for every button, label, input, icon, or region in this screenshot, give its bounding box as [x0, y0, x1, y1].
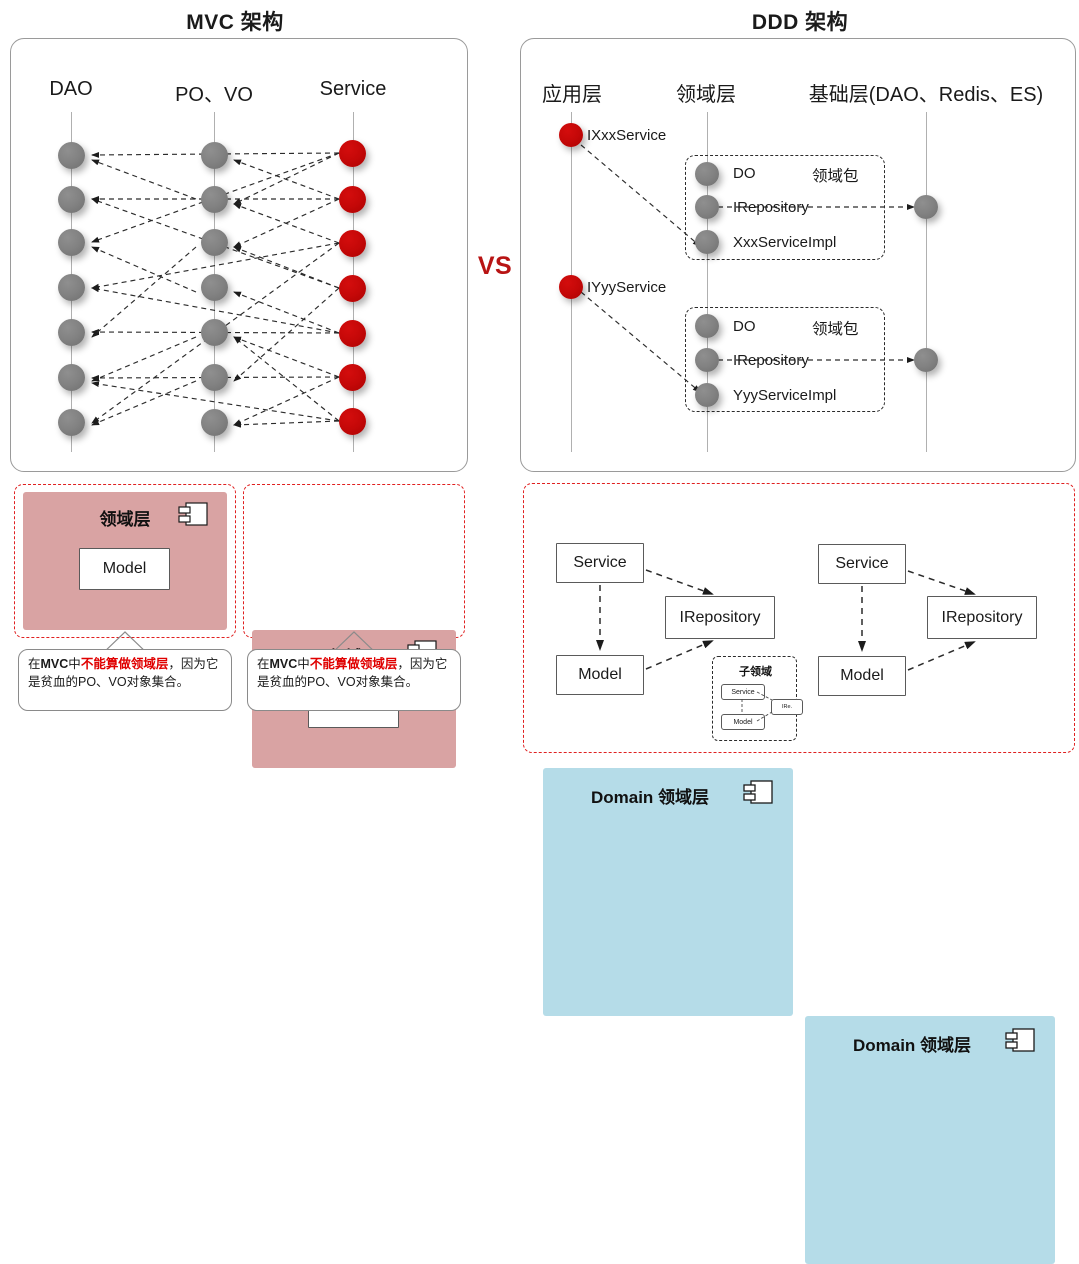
- component-icon: [1005, 1028, 1035, 1052]
- ddd-model-box-2[interactable]: Model: [818, 656, 906, 696]
- ddd-service-box-2[interactable]: Service: [818, 544, 906, 584]
- mvc-node-dao[interactable]: [58, 142, 85, 169]
- component-icon: [178, 502, 208, 526]
- mvc-node-service[interactable]: [339, 230, 366, 257]
- ddd-node-irepository[interactable]: [695, 195, 719, 219]
- callout-prefix: 在: [28, 657, 41, 671]
- ddd-node-yyyserviceimpl[interactable]: [695, 383, 719, 407]
- mvc-node-service[interactable]: [339, 186, 366, 213]
- mvc-node-povo[interactable]: [201, 409, 228, 436]
- callout-mid: 中: [68, 657, 81, 671]
- mvc-domain-dashed-2: [243, 484, 465, 638]
- ddd-subdomain-box[interactable]: 子领域 Service Model IRe.: [712, 656, 803, 741]
- mvc-domain-box-1[interactable]: 领域层 Model: [23, 492, 227, 630]
- ddd-column-header-domain: 领域层: [676, 84, 736, 106]
- component-icon: [743, 780, 773, 804]
- ddd-subdomain-model-box[interactable]: Model: [721, 714, 765, 730]
- mvc-column-header-dao: DAO: [49, 78, 93, 100]
- mvc-node-povo[interactable]: [201, 186, 228, 213]
- callout-highlight: 不能算做领域层: [80, 657, 169, 671]
- ddd-node-label-do: DO: [733, 165, 756, 182]
- mvc-column-header-povo: PO、VO: [175, 84, 253, 106]
- ddd-subdomain-title: 子领域: [739, 666, 772, 678]
- mvc-callout-1: 在MVC中不能算做领域层，因为它是贫血的PO、VO对象集合。: [18, 649, 232, 711]
- ddd-node-infrastructure-2[interactable]: [914, 348, 938, 372]
- mvc-node-povo[interactable]: [201, 142, 228, 169]
- ddd-node-label-ixxxservice: IXxxService: [587, 127, 667, 144]
- ddd-node-do[interactable]: [695, 162, 719, 186]
- ddd-node-do[interactable]: [695, 314, 719, 338]
- ddd-node-xxxserviceimpl[interactable]: [695, 230, 719, 254]
- ddd-node-infrastructure-1[interactable]: [914, 195, 938, 219]
- ddd-node-iyyyservice[interactable]: [559, 275, 583, 299]
- mvc-node-dao[interactable]: [58, 229, 85, 256]
- ddd-node-irepository[interactable]: [695, 348, 719, 372]
- ddd-irepository-box-2[interactable]: IRepository: [927, 596, 1037, 639]
- ddd-package-label-2: 领域包: [812, 321, 859, 338]
- mvc-callout-2: 在MVC中不能算做领域层，因为它是贫血的PO、VO对象集合。: [247, 649, 461, 711]
- callout-prefix: 在: [257, 657, 270, 671]
- ddd-node-label-xxxserviceimpl: XxxServiceImpl: [733, 234, 837, 251]
- mvc-node-service[interactable]: [339, 275, 366, 302]
- ddd-node-label-irepository: IRepository: [733, 199, 809, 216]
- mvc-node-dao[interactable]: [58, 274, 85, 301]
- callout-bold: MVC: [40, 657, 69, 671]
- mvc-model-box-1[interactable]: Model: [79, 548, 170, 590]
- ddd-node-label-irepository: IRepository: [733, 352, 809, 369]
- ddd-node-label-iyyyservice: IYyyService: [587, 279, 667, 296]
- mvc-node-dao[interactable]: [58, 409, 85, 436]
- mvc-column-header-service: Service: [319, 78, 387, 100]
- ddd-model-box-1[interactable]: Model: [556, 655, 644, 695]
- ddd-domain-title-2: Domain 领域层: [852, 1036, 972, 1055]
- ddd-subdomain-service-box[interactable]: Service: [721, 684, 765, 700]
- mvc-node-povo[interactable]: [201, 364, 228, 391]
- mvc-node-dao[interactable]: [58, 186, 85, 213]
- vs-label: VS: [477, 252, 513, 280]
- mvc-node-service[interactable]: [339, 408, 366, 435]
- callout-bold: MVC: [269, 657, 298, 671]
- ddd-node-label-yyyserviceimpl: YyyServiceImpl: [733, 387, 837, 404]
- ddd-service-box-1[interactable]: Service: [556, 543, 644, 583]
- ddd-node-ixxxservice[interactable]: [559, 123, 583, 147]
- mvc-node-povo[interactable]: [201, 229, 228, 256]
- ddd-domain-box-2[interactable]: Domain 领域层: [805, 1016, 1055, 1264]
- callout-highlight: 不能算做领域层: [309, 657, 398, 671]
- ddd-domain-box-1[interactable]: Domain 领域层: [543, 768, 793, 1016]
- ddd-column-header-application: 应用层: [542, 84, 602, 106]
- ddd-column-header-infrastructure: 基础层(DAO、Redis、ES): [808, 84, 1044, 106]
- mvc-node-dao[interactable]: [58, 319, 85, 346]
- mvc-title: MVC 架构: [186, 11, 284, 34]
- mvc-node-service[interactable]: [339, 140, 366, 167]
- ddd-subdomain-irepository-box[interactable]: IRe.: [771, 699, 803, 715]
- ddd-domain-title-1: Domain 领域层: [590, 788, 710, 807]
- ddd-package-label-1: 领域包: [812, 168, 859, 185]
- callout-mid: 中: [297, 657, 310, 671]
- mvc-node-povo[interactable]: [201, 319, 228, 346]
- mvc-node-service[interactable]: [339, 320, 366, 347]
- ddd-irepository-box-1[interactable]: IRepository: [665, 596, 775, 639]
- ddd-node-label-do: DO: [733, 318, 756, 335]
- mvc-node-povo[interactable]: [201, 274, 228, 301]
- mvc-node-dao[interactable]: [58, 364, 85, 391]
- ddd-title: DDD 架构: [751, 11, 849, 34]
- ddd-lifeline-infrastructure: [926, 112, 927, 452]
- mvc-node-service[interactable]: [339, 364, 366, 391]
